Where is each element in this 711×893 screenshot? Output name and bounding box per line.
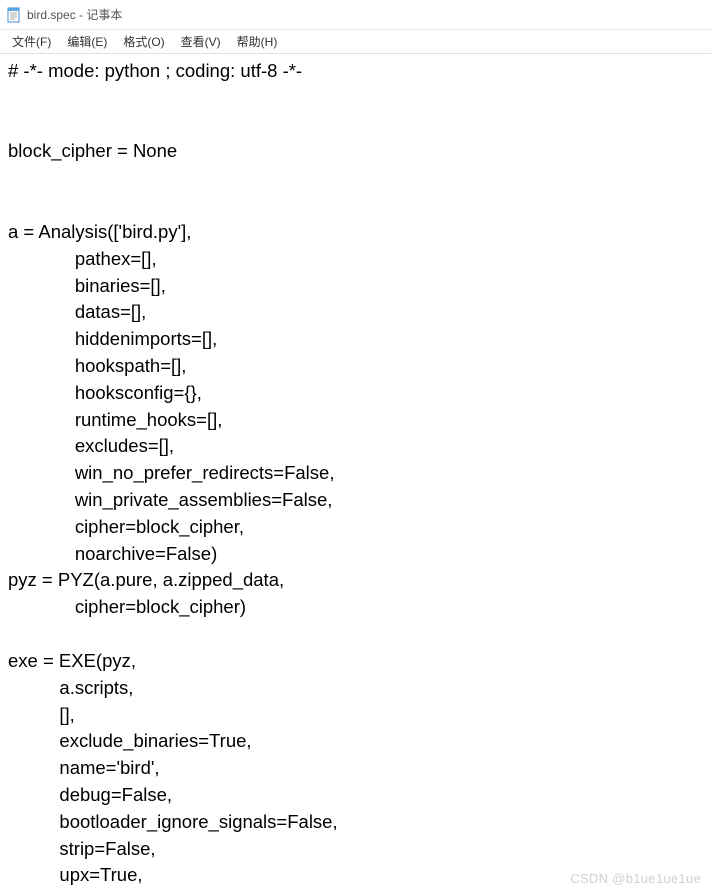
title-bar: bird.spec - 记事本 [0, 0, 711, 30]
menu-help[interactable]: 帮助(H) [229, 31, 286, 52]
editor-content[interactable]: # -*- mode: python ; coding: utf-8 -*- b… [0, 54, 711, 893]
menu-bar: 文件(F) 编辑(E) 格式(O) 查看(V) 帮助(H) [0, 30, 711, 54]
menu-edit[interactable]: 编辑(E) [59, 31, 115, 52]
menu-format[interactable]: 格式(O) [115, 31, 172, 52]
menu-view[interactable]: 查看(V) [173, 31, 229, 52]
notepad-icon [6, 7, 22, 23]
watermark: CSDN @b1ue1ue1ue [570, 871, 701, 886]
window-title: bird.spec - 记事本 [27, 6, 122, 23]
menu-file[interactable]: 文件(F) [4, 31, 59, 52]
